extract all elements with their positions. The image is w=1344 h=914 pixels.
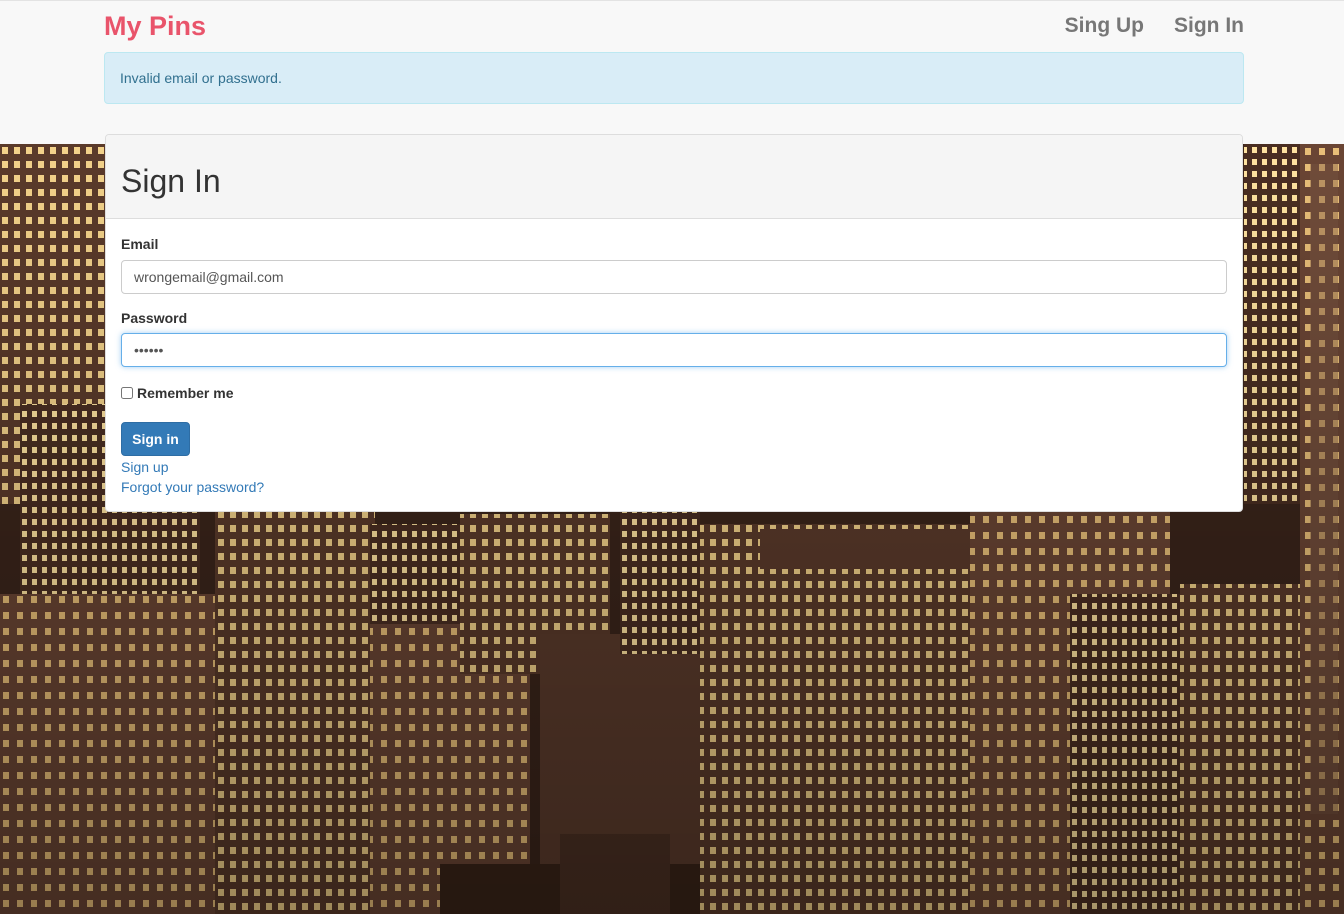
password-label: Password [121, 310, 188, 326]
remember-me-label: Remember me [137, 385, 234, 401]
brand-logo-link[interactable]: My Pins [104, 9, 206, 43]
sign-up-link[interactable]: Sign up [121, 459, 168, 475]
remember-me-checkbox[interactable] [121, 387, 133, 399]
page-title: Sign In [121, 163, 221, 199]
email-label: Email [121, 236, 159, 252]
nav-sign-up-link[interactable]: Sing Up [1065, 11, 1144, 41]
navbar: My Pins Sing Up Sign In Invalid email or… [0, 0, 1344, 144]
panel-heading: Sign In [106, 135, 1242, 219]
error-alert: Invalid email or password. [104, 52, 1244, 104]
password-field[interactable] [121, 333, 1227, 367]
nav-sign-in-link[interactable]: Sign In [1174, 11, 1244, 41]
signin-panel: Sign In Email Password Remember me Sign … [105, 134, 1243, 512]
email-field[interactable] [121, 260, 1227, 294]
remember-me[interactable]: Remember me [121, 385, 234, 401]
sign-in-button[interactable]: Sign in [121, 422, 190, 456]
nav-links: Sing Up Sign In [1065, 11, 1244, 41]
forgot-password-link[interactable]: Forgot your password? [121, 479, 264, 495]
